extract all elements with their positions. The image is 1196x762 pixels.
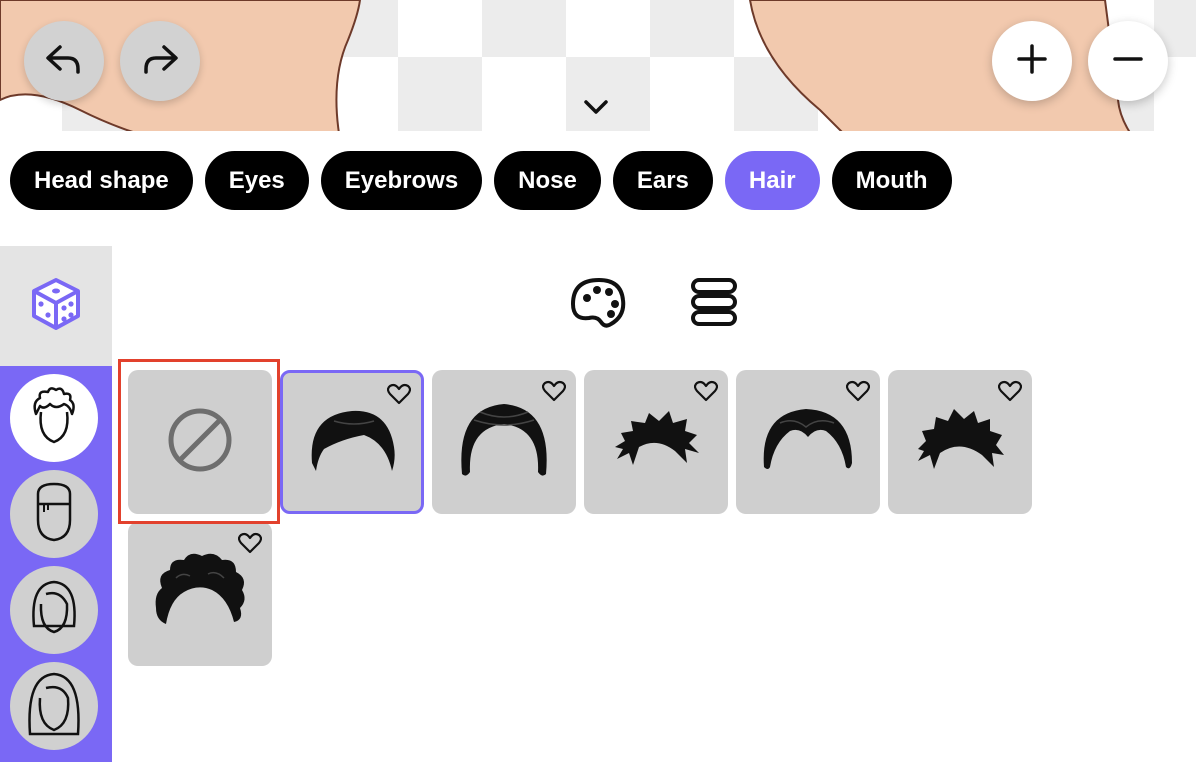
heart-icon[interactable]: [996, 378, 1024, 404]
sidebar-item-bangs[interactable]: [10, 470, 98, 558]
tab-head-shape[interactable]: Head shape: [10, 151, 193, 210]
category-tabs: Head shape Eyes Eyebrows Nose Ears Hair …: [10, 151, 952, 210]
hair-style-4-icon: [760, 401, 856, 484]
hair-style-3-icon: [611, 407, 701, 478]
hair-option-6[interactable]: [128, 522, 272, 666]
hair-category-sidebar: [0, 366, 112, 762]
undo-button[interactable]: [24, 21, 104, 101]
tab-mouth[interactable]: Mouth: [831, 151, 952, 210]
zoom-out-button[interactable]: [1088, 21, 1168, 101]
heart-icon[interactable]: [236, 530, 264, 556]
layers-icon: [689, 276, 739, 335]
none-icon: [167, 407, 233, 478]
bob-hair-head-icon: [24, 576, 84, 645]
long-hair-head-icon: [24, 670, 84, 743]
zoom-in-button[interactable]: [992, 21, 1072, 101]
tab-eyes[interactable]: Eyes: [204, 151, 309, 210]
heart-icon[interactable]: [540, 378, 568, 404]
tab-ears[interactable]: Ears: [612, 151, 713, 210]
sidebar-item-long-hair[interactable]: [10, 662, 98, 750]
dice-icon: [28, 276, 84, 337]
palette-icon: [569, 276, 627, 335]
heart-icon[interactable]: [385, 381, 413, 407]
hair-style-6-icon: [152, 550, 248, 639]
redo-arrow-icon: [140, 41, 180, 82]
plus-icon: [1016, 43, 1048, 80]
customization-panel: Head shape Eyes Eyebrows Nose Ears Hair …: [0, 131, 1196, 762]
hair-style-2-icon: [456, 398, 552, 487]
randomize-button[interactable]: [0, 246, 112, 366]
hair-option-none[interactable]: [128, 370, 272, 514]
sidebar-item-short-hair[interactable]: [10, 374, 98, 462]
undo-arrow-icon: [44, 41, 84, 82]
bangs-hair-head-icon: [24, 480, 84, 549]
hair-option-5[interactable]: [888, 370, 1032, 514]
tab-eyebrows[interactable]: Eyebrows: [320, 151, 483, 210]
heart-icon[interactable]: [844, 378, 872, 404]
minus-icon: [1112, 43, 1144, 80]
hair-option-4[interactable]: [736, 370, 880, 514]
color-palette-button[interactable]: [568, 275, 628, 335]
avatar-editor: Head shape Eyes Eyebrows Nose Ears Hair …: [0, 0, 1196, 762]
collapse-panel-button[interactable]: [576, 94, 616, 124]
hair-option-1[interactable]: [280, 370, 424, 514]
hair-option-2[interactable]: [432, 370, 576, 514]
hair-option-3[interactable]: [584, 370, 728, 514]
tab-nose[interactable]: Nose: [494, 151, 601, 210]
hair-style-1-icon: [304, 403, 400, 482]
layers-button[interactable]: [684, 275, 744, 335]
sidebar-item-bob[interactable]: [10, 566, 98, 654]
short-spiky-hair-head-icon: [24, 384, 84, 453]
redo-button[interactable]: [120, 21, 200, 101]
hair-style-5-icon: [914, 405, 1006, 480]
chevron-down-icon: [583, 99, 609, 120]
tab-hair[interactable]: Hair: [724, 151, 820, 210]
heart-icon[interactable]: [692, 378, 720, 404]
